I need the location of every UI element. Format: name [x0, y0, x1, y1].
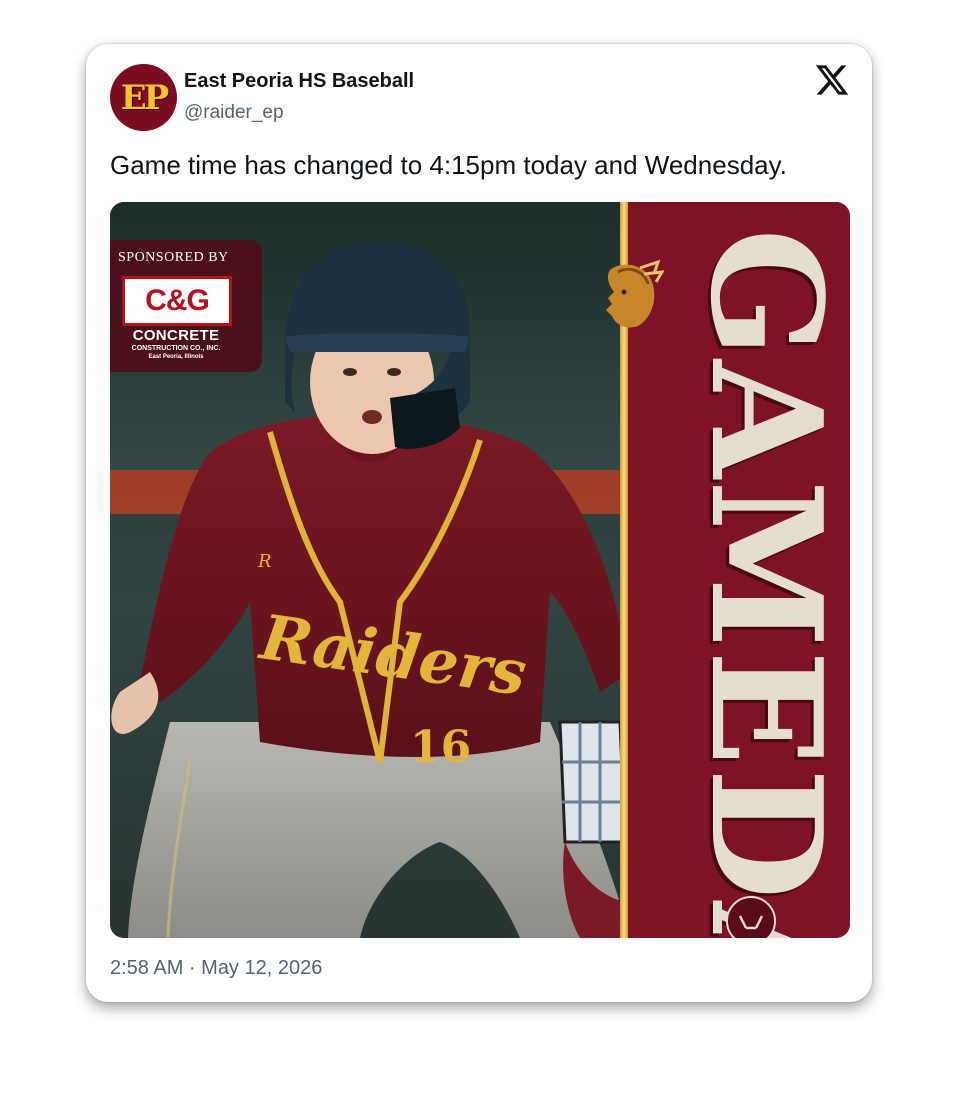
- sponsor-panel: SPONSORED BY C&G CONCRETE CONSTRUCTION C…: [110, 240, 262, 372]
- tweet-card: EP East Peoria HS Baseball @raider_ep Ga…: [86, 44, 872, 1002]
- jersey-number: 16: [410, 722, 471, 773]
- camera-logo-icon: [726, 896, 776, 938]
- sponsor-name-block: CONCRETE CONSTRUCTION CO., INC. East Peo…: [126, 328, 226, 360]
- x-logo-icon[interactable]: [814, 62, 850, 98]
- ep-logo-icon: EP: [120, 77, 170, 118]
- tweet-text: Game time has changed to 4:15pm today an…: [110, 150, 787, 180]
- sponsor-name: CONCRETE: [132, 327, 220, 344]
- svg-text:R: R: [257, 551, 272, 572]
- raiders-mascot-icon: [606, 259, 664, 328]
- sponsor-label: SPONSORED BY: [118, 250, 229, 265]
- sponsor-logo: C&G: [122, 276, 232, 326]
- author-name[interactable]: East Peoria HS Baseball: [184, 70, 414, 93]
- tweet-media[interactable]: Raiders 16 R GAMEDAY SPONSORED BY C&G CO…: [110, 202, 850, 938]
- author-handle[interactable]: @raider_ep: [184, 102, 284, 124]
- avatar[interactable]: EP: [110, 64, 177, 131]
- sponsor-city: East Peoria, Illinois: [148, 354, 204, 360]
- sponsor-sub: CONSTRUCTION CO., INC.: [131, 345, 221, 352]
- gameday-text: GAMEDAY: [677, 228, 850, 938]
- tweet-timestamp[interactable]: 2:58 AM · May 12, 2026: [110, 957, 322, 980]
